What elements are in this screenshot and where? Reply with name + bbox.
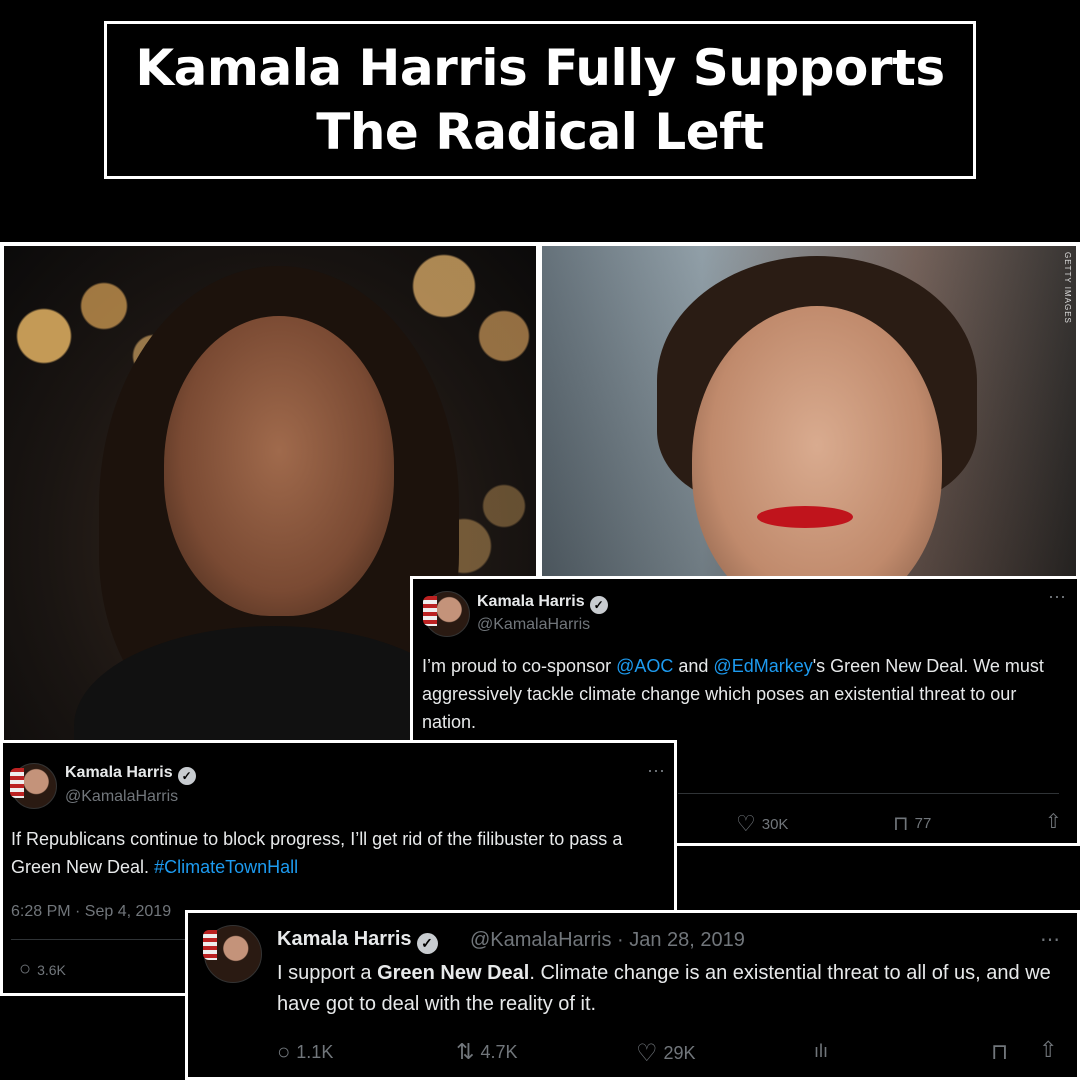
mention-link[interactable]: @AOC	[616, 656, 673, 676]
reply-icon: ○	[19, 958, 32, 980]
more-options-icon[interactable]: ⋯	[647, 761, 666, 782]
tweet-text-part: If Republicans continue to block progres…	[11, 829, 623, 877]
mention-link[interactable]: @EdMarkey	[713, 656, 812, 676]
tweet-text: I support a Green New Deal. Climate chan…	[277, 958, 1067, 1020]
like-count: 30K	[761, 815, 789, 833]
share-button[interactable]: ⇧	[1045, 809, 1062, 834]
more-options-icon[interactable]: ⋯	[1040, 927, 1061, 952]
avatar[interactable]	[423, 591, 470, 637]
verified-badge-icon: ✓	[416, 933, 438, 954]
more-options-icon[interactable]: ⋯	[1048, 587, 1067, 608]
divider	[678, 793, 1059, 794]
avatar[interactable]	[203, 925, 262, 983]
tweet-text-part: I’m proud to co-sponsor	[422, 656, 617, 676]
bookmark-count: 77	[914, 815, 932, 832]
like-count: 29K	[663, 1043, 696, 1063]
reply-icon: ○	[277, 1039, 291, 1064]
tweet-author[interactable]: Kamala Harris ✓	[277, 928, 438, 954]
reply-button[interactable]: ○ 1.1K	[277, 1039, 333, 1065]
tweet-text-bold: Green New Deal	[377, 962, 530, 984]
photo-credit: GETTY IMAGES	[1063, 252, 1072, 324]
share-icon: ⇧	[1045, 811, 1062, 833]
headline-line-1: Kamala Harris Fully Supports	[135, 39, 945, 97]
bookmark-button[interactable]: ⊓	[991, 1039, 1008, 1065]
photo-lips-shape	[757, 506, 853, 528]
verified-badge-icon: ✓	[177, 767, 196, 785]
share-icon: ⇧	[1039, 1037, 1058, 1062]
reply-count: 3.6K	[37, 961, 66, 978]
tweet-author[interactable]: Kamala Harris ✓	[65, 764, 196, 785]
hashtag-link[interactable]: #ClimateTownHall	[154, 857, 298, 877]
views-button[interactable]: ılı	[814, 1041, 828, 1062]
repost-count: 4.7K	[480, 1041, 518, 1062]
author-name: Kamala Harris	[65, 764, 173, 781]
heart-icon: ♡	[636, 1040, 658, 1067]
tweet-text-part: and	[673, 656, 714, 676]
bookmark-button[interactable]: ⊓ 77	[893, 811, 931, 836]
share-button[interactable]: ⇧	[1039, 1037, 1057, 1063]
bookmark-icon: ⊓	[893, 813, 909, 835]
tweet-text: I’m proud to co-sponsor @AOC and @EdMark…	[422, 652, 1062, 736]
bookmark-icon: ⊓	[991, 1039, 1009, 1064]
reply-count: 1.1K	[296, 1041, 334, 1062]
photo-face-shape	[164, 316, 394, 616]
author-name: Kamala Harris	[277, 928, 412, 950]
headline-box: Kamala Harris Fully Supports The Radical…	[104, 21, 976, 179]
avatar[interactable]	[10, 763, 57, 809]
tweet-handle[interactable]: @KamalaHarris	[65, 788, 178, 806]
views-icon: ılı	[814, 1041, 829, 1061]
tweet-handle-date[interactable]: @KamalaHarris · Jan 28, 2019	[470, 929, 745, 952]
like-button[interactable]: ♡ 30K	[736, 811, 788, 837]
tweet-author[interactable]: Kamala Harris ✓	[477, 593, 608, 614]
repost-button[interactable]: ⇅ 4.7K	[456, 1039, 517, 1065]
tweet-text-part: I support a	[277, 962, 378, 984]
like-button[interactable]: ♡ 29K	[636, 1039, 696, 1068]
tweet-timestamp[interactable]: 6:28 PM · Sep 4, 2019	[11, 903, 171, 921]
headline-line-2: The Radical Left	[316, 103, 764, 161]
reply-button[interactable]: ○ 3.6K	[19, 958, 66, 981]
tweet-handle[interactable]: @KamalaHarris	[477, 616, 590, 634]
tweet-text: If Republicans continue to block progres…	[11, 825, 671, 881]
heart-icon: ♡	[736, 811, 756, 836]
author-name: Kamala Harris	[477, 593, 585, 610]
tweet-card-bottom[interactable]: Kamala Harris ✓ @KamalaHarris · Jan 28, 2…	[185, 910, 1080, 1080]
verified-badge-icon: ✓	[589, 596, 608, 614]
repost-icon: ⇅	[456, 1039, 475, 1064]
photo-aoc: GETTY IMAGES	[542, 246, 1076, 576]
